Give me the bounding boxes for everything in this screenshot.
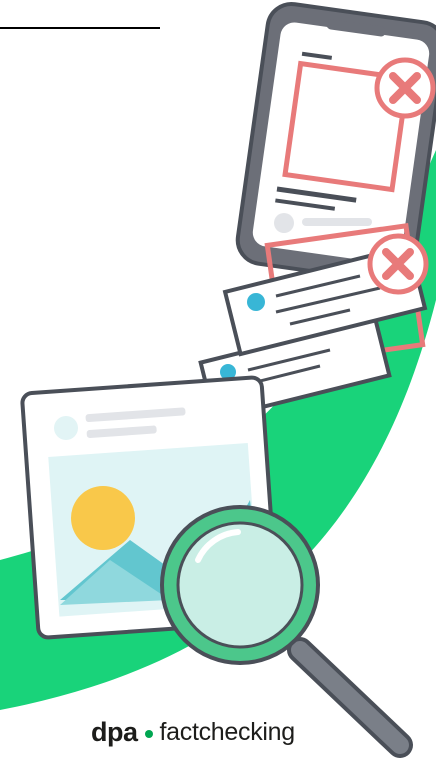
reject-x-icon [367,233,429,295]
brand-logo: dpa factchecking [91,712,295,752]
brand-dot-icon [144,730,153,738]
page: dpa factchecking [0,0,436,763]
factcheck-illustration [0,1,436,758]
reject-x-icon [374,57,436,119]
brand-name: dpa [91,716,138,747]
brand-product: factchecking [159,717,296,746]
magnifying-glass-icon [160,505,413,758]
